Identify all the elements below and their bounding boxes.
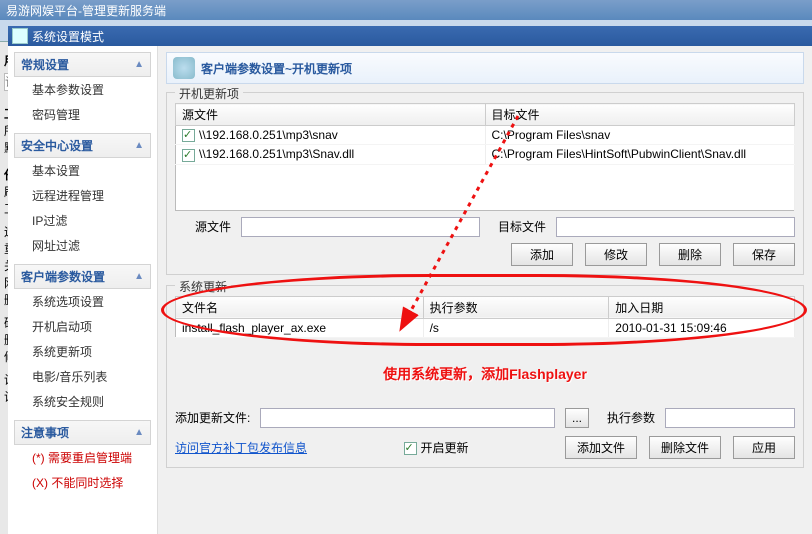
- label-exec-param: 执行参数: [599, 409, 655, 426]
- col-source[interactable]: 源文件: [176, 104, 486, 126]
- content-pane: 客户端参数设置~开机更新项 开机更新项 源文件目标文件 \\192.168.0.…: [158, 46, 812, 534]
- group-title-startup: 开机更新项: [175, 85, 243, 102]
- breadcrumb-text: 客户端参数设置~开机更新项: [201, 60, 352, 77]
- target-input[interactable]: [556, 217, 795, 237]
- chevron-up-icon: ▲: [134, 271, 144, 282]
- sidebar-note-exclusive: (X) 不能同时选择: [14, 470, 151, 495]
- app-titlebar: 易游网娱平台-管理更新服务端: [0, 0, 812, 20]
- delete-file-button[interactable]: 删除文件: [649, 436, 721, 459]
- gear-icon: [173, 57, 195, 79]
- sidebar-item-startup[interactable]: 开机启动项: [14, 314, 151, 339]
- sidebar-item-remote-proc[interactable]: 远程进程管理: [14, 183, 151, 208]
- sidebar-item-basic-params[interactable]: 基本参数设置: [14, 77, 151, 102]
- sidebar-item-sys-options[interactable]: 系统选项设置: [14, 289, 151, 314]
- delete-button[interactable]: 删除: [659, 243, 721, 266]
- sidebar-note-restart: (*) 需要重启管理端: [14, 445, 151, 470]
- update-files-table[interactable]: 文件名执行参数加入日期 install_flash_player_ax.exe/…: [175, 296, 795, 338]
- modal-title-text: 系统设置模式: [32, 28, 104, 45]
- startup-update-group: 开机更新项 源文件目标文件 \\192.168.0.251\mp3\snavC:…: [166, 92, 804, 275]
- row-checkbox[interactable]: [182, 129, 195, 142]
- official-patch-link[interactable]: 访问官方补丁包发布信息: [175, 439, 307, 456]
- sidebar-item-sec-rules[interactable]: 系统安全规则: [14, 389, 151, 414]
- apply-button[interactable]: 应用: [733, 436, 795, 459]
- chevron-up-icon: ▲: [134, 59, 144, 70]
- col-target[interactable]: 目标文件: [485, 104, 795, 126]
- breadcrumb: 客户端参数设置~开机更新项: [166, 52, 804, 84]
- add-file-input[interactable]: [260, 408, 555, 428]
- enable-update-label: 开启更新: [421, 441, 469, 455]
- sidebar-item-sys-update[interactable]: 系统更新项: [14, 339, 151, 364]
- settings-modal: 系统设置模式 常规设置▲ 基本参数设置 密码管理 安全中心设置▲ 基本设置 远程…: [8, 26, 812, 534]
- save-button[interactable]: 保存: [733, 243, 795, 266]
- sidebar-item-url-filter[interactable]: 网址过滤: [14, 233, 151, 258]
- exec-param-input[interactable]: [665, 408, 795, 428]
- sidebar-item-ip-filter[interactable]: IP过滤: [14, 208, 151, 233]
- add-file-button[interactable]: 添加文件: [565, 436, 637, 459]
- sidebar-item-media-list[interactable]: 电影/音乐列表: [14, 364, 151, 389]
- app-title: 易游网娱平台-管理更新服务端: [6, 2, 166, 19]
- label-source: 源文件: [175, 218, 231, 235]
- sidebar-group-security[interactable]: 安全中心设置▲: [14, 133, 151, 158]
- sidebar-group-general[interactable]: 常规设置▲: [14, 52, 151, 77]
- col-filename[interactable]: 文件名: [176, 296, 424, 318]
- sidebar-item-password[interactable]: 密码管理: [14, 102, 151, 127]
- sidebar-item-basic[interactable]: 基本设置: [14, 158, 151, 183]
- modify-button[interactable]: 修改: [585, 243, 647, 266]
- system-update-group: 系统更新 文件名执行参数加入日期 install_flash_player_ax…: [166, 285, 804, 468]
- label-add-file: 添加更新文件:: [175, 409, 250, 426]
- chevron-up-icon: ▲: [134, 427, 144, 438]
- annotation-text: 使用系统更新，添加Flashplayer: [175, 364, 795, 384]
- enable-update-checkbox[interactable]: [404, 442, 417, 455]
- row-checkbox[interactable]: [182, 149, 195, 162]
- modal-titlebar: 系统设置模式: [8, 26, 812, 46]
- modal-icon: [12, 28, 28, 44]
- chevron-up-icon: ▲: [134, 140, 144, 151]
- table-row: \\192.168.0.251\mp3\snavC:\Program Files…: [176, 126, 795, 145]
- col-date[interactable]: 加入日期: [609, 296, 795, 318]
- add-button[interactable]: 添加: [511, 243, 573, 266]
- col-param[interactable]: 执行参数: [423, 296, 609, 318]
- table-row: \\192.168.0.251\mp3\Snav.dllC:\Program F…: [176, 145, 795, 164]
- browse-button[interactable]: ...: [565, 408, 589, 428]
- label-target: 目标文件: [490, 218, 546, 235]
- sidebar-group-notes[interactable]: 注意事项▲: [14, 420, 151, 445]
- settings-sidebar: 常规设置▲ 基本参数设置 密码管理 安全中心设置▲ 基本设置 远程进程管理 IP…: [8, 46, 158, 534]
- source-input[interactable]: [241, 217, 480, 237]
- sidebar-group-client[interactable]: 客户端参数设置▲: [14, 264, 151, 289]
- group-title-sysupdate: 系统更新: [175, 278, 231, 295]
- startup-files-table[interactable]: 源文件目标文件 \\192.168.0.251\mp3\snavC:\Progr…: [175, 103, 795, 211]
- table-row: install_flash_player_ax.exe/s2010-01-31 …: [176, 318, 795, 337]
